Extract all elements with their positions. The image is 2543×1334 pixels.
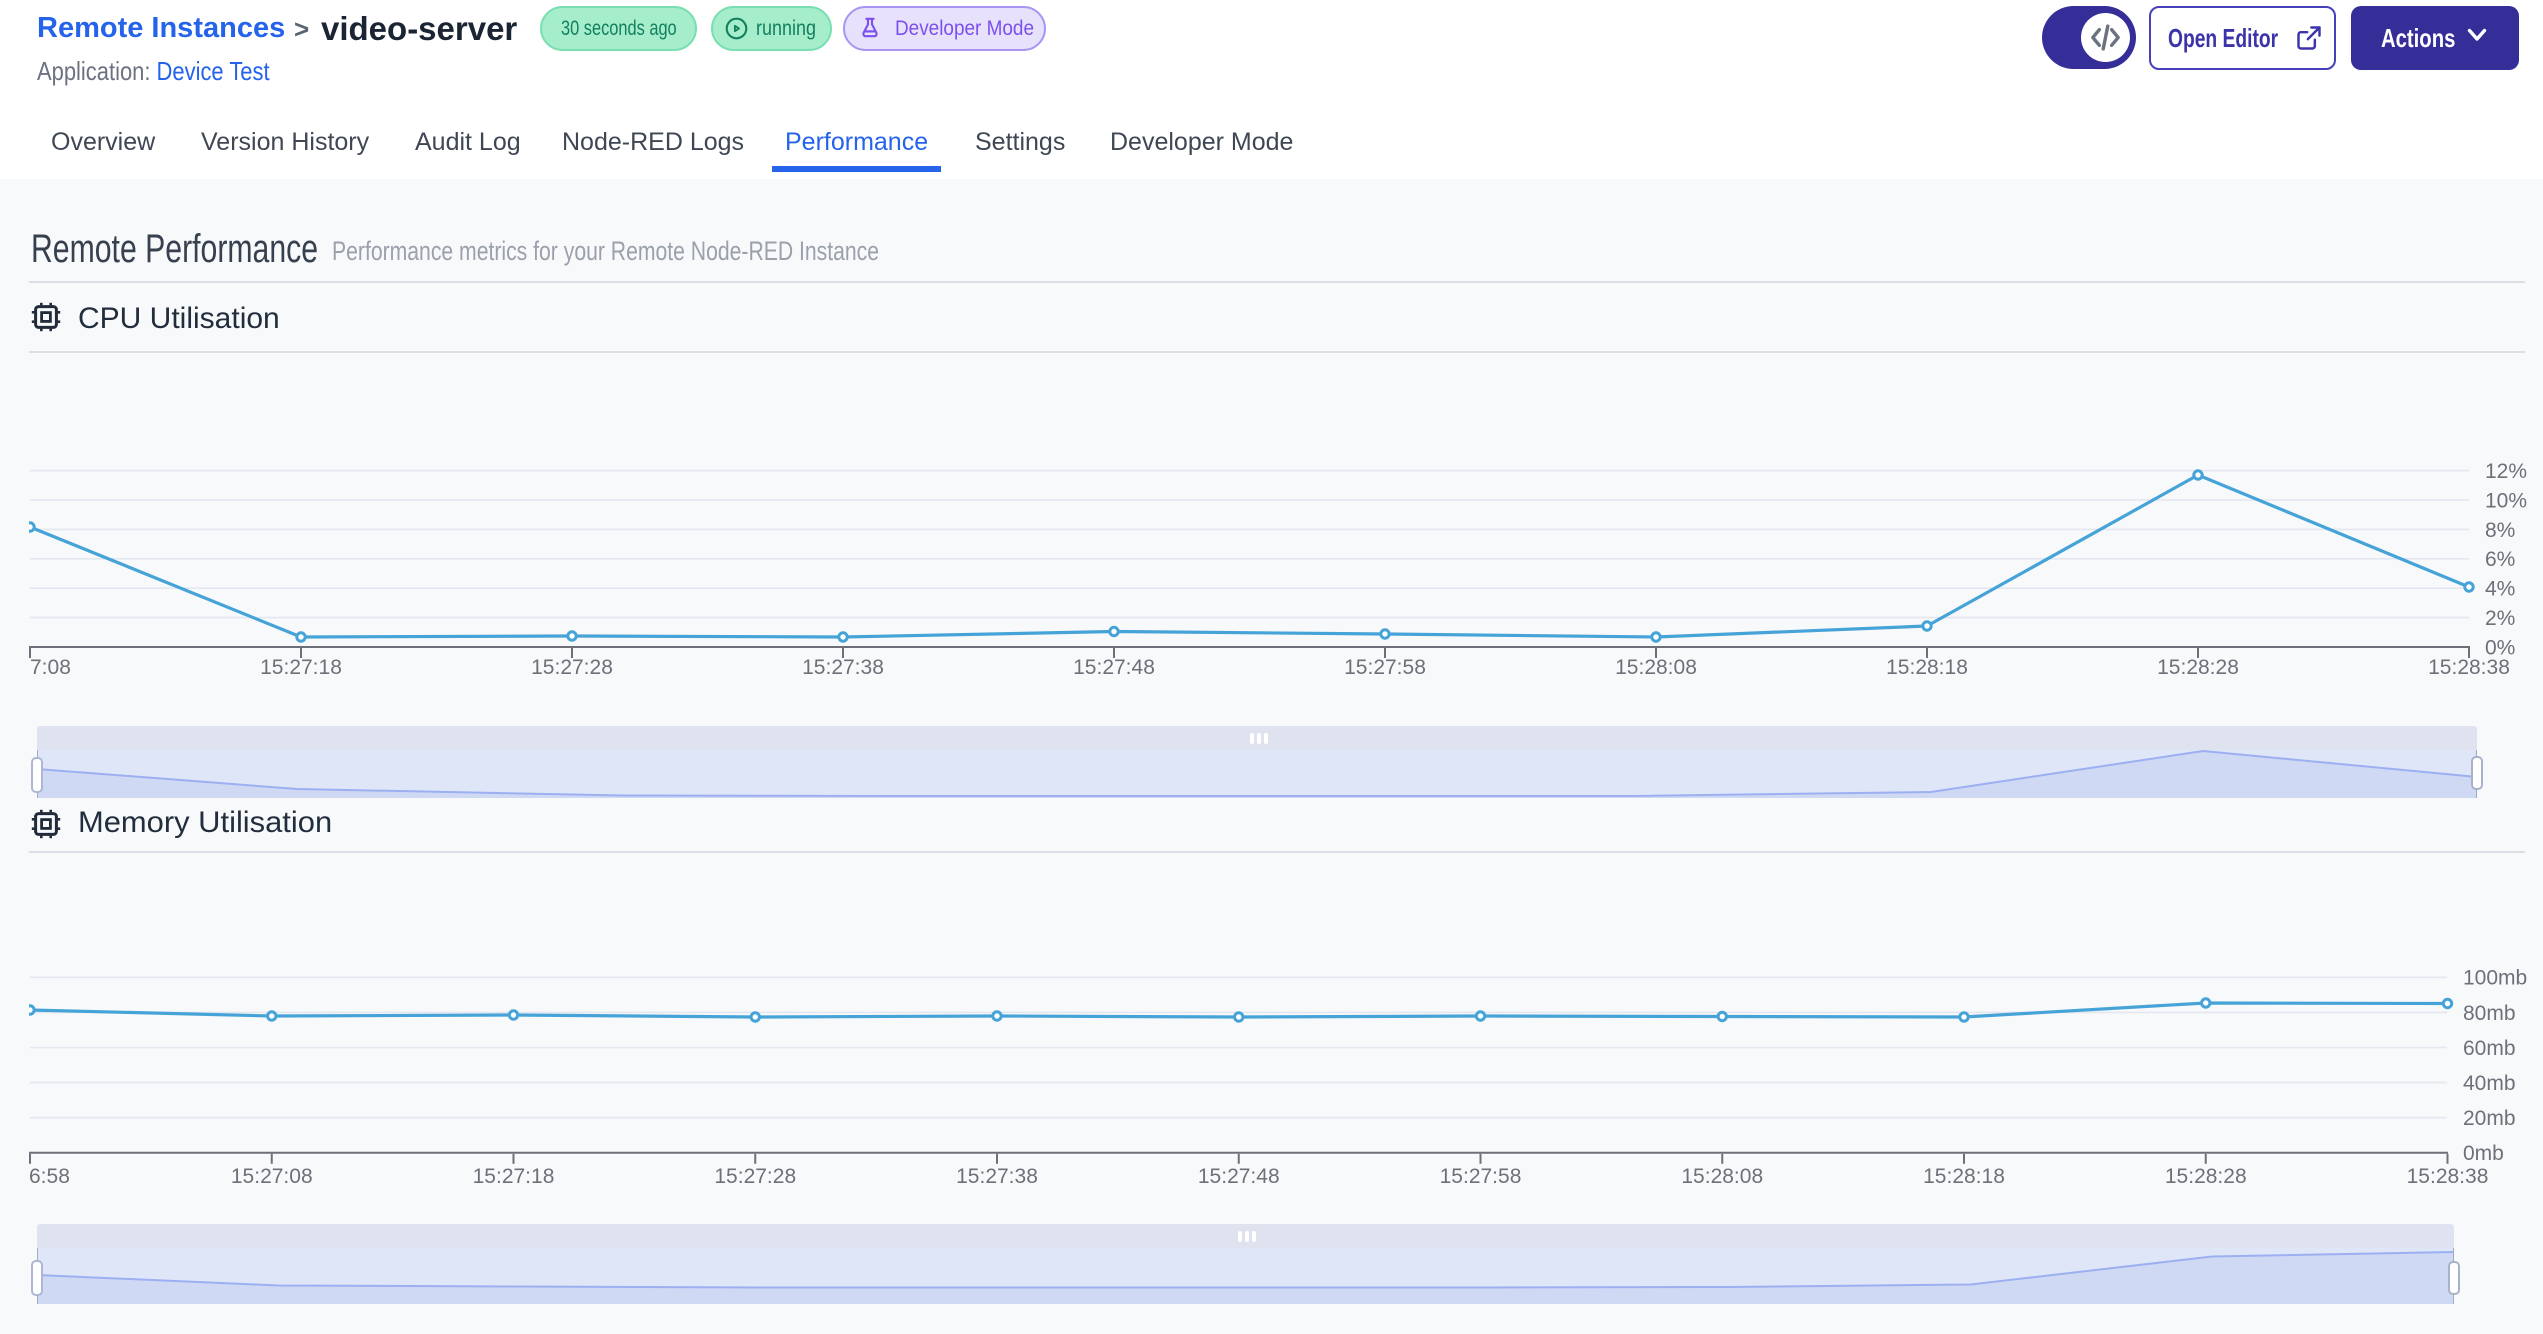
svg-text:15:27:48: 15:27:48	[1198, 1165, 1280, 1188]
svg-text:15:27:28: 15:27:28	[531, 656, 613, 679]
svg-text:60mb: 60mb	[2463, 1037, 2516, 1060]
svg-text:15:27:18: 15:27:18	[473, 1165, 555, 1188]
svg-text:15:28:08: 15:28:08	[1681, 1165, 1763, 1188]
svg-text:15:27:28: 15:27:28	[714, 1165, 796, 1188]
svg-text:15:28:18: 15:28:18	[1923, 1165, 2005, 1188]
svg-text:2%: 2%	[2485, 607, 2515, 630]
svg-text:20mb: 20mb	[2463, 1107, 2516, 1130]
svg-text:12%: 12%	[2485, 460, 2527, 483]
svg-text:10%: 10%	[2485, 489, 2527, 512]
svg-text:15:27:38: 15:27:38	[802, 656, 884, 679]
svg-text:100mb: 100mb	[2463, 967, 2527, 990]
svg-text:15:27:48: 15:27:48	[1073, 656, 1155, 679]
svg-text:0mb: 0mb	[2463, 1142, 2504, 1165]
svg-text:15:27:38: 15:27:38	[956, 1165, 1038, 1188]
svg-text:15:28:08: 15:28:08	[1615, 656, 1697, 679]
svg-text:15:28:38: 15:28:38	[2407, 1165, 2489, 1188]
svg-text:15:28:38: 15:28:38	[2428, 656, 2510, 679]
svg-text:6:58: 6:58	[29, 1165, 70, 1188]
svg-text:40mb: 40mb	[2463, 1072, 2516, 1095]
svg-text:15:28:28: 15:28:28	[2165, 1165, 2247, 1188]
svg-text:8%: 8%	[2485, 519, 2515, 542]
svg-text:6%: 6%	[2485, 548, 2515, 571]
svg-text:15:28:28: 15:28:28	[2157, 656, 2239, 679]
svg-text:15:27:58: 15:27:58	[1344, 656, 1426, 679]
svg-text:7:08: 7:08	[30, 656, 71, 679]
svg-text:80mb: 80mb	[2463, 1002, 2516, 1025]
svg-text:4%: 4%	[2485, 578, 2515, 601]
svg-text:15:27:58: 15:27:58	[1440, 1165, 1522, 1188]
svg-text:15:27:18: 15:27:18	[260, 656, 342, 679]
svg-text:15:27:08: 15:27:08	[231, 1165, 313, 1188]
svg-text:15:28:18: 15:28:18	[1886, 656, 1968, 679]
